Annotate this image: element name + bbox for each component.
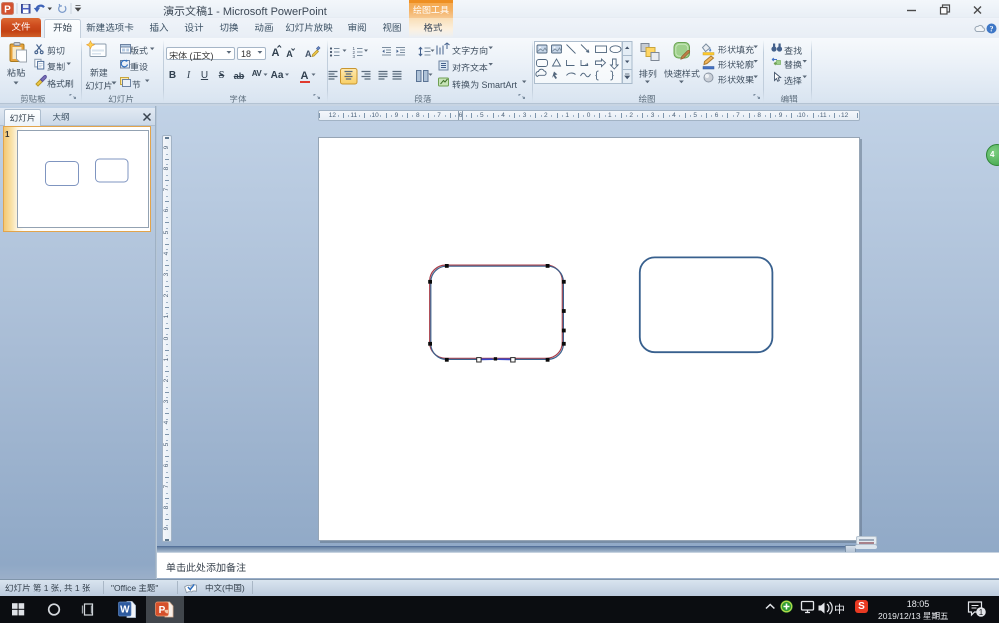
svg-text:1: 1 xyxy=(979,608,984,617)
svg-text:?: ? xyxy=(990,25,994,34)
svg-text:W: W xyxy=(120,605,130,616)
svg-text:P: P xyxy=(4,5,11,16)
